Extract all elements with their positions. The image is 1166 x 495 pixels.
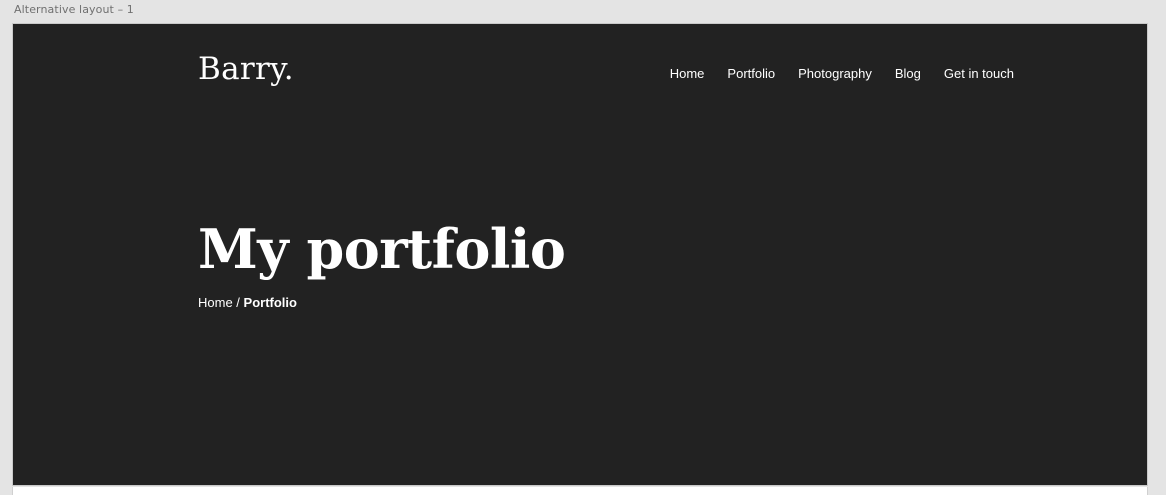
nav-item-home[interactable]: Home (670, 66, 705, 81)
main-nav: Home Portfolio Photography Blog Get in t… (670, 66, 1014, 81)
artboard: Barry. Home Portfolio Photography Blog G… (12, 23, 1148, 486)
nav-item-get-in-touch[interactable]: Get in touch (944, 66, 1014, 81)
nav-item-portfolio[interactable]: Portfolio (727, 66, 775, 81)
site-logo[interactable]: Barry. (198, 54, 294, 85)
breadcrumb-home-link[interactable]: Home (198, 295, 233, 310)
breadcrumb-separator: / (232, 295, 244, 310)
page-title: My portfolio (198, 217, 566, 281)
artboard-title: Alternative layout – 1 (14, 3, 134, 16)
next-section-edge (12, 487, 1148, 495)
nav-item-photography[interactable]: Photography (798, 66, 872, 81)
nav-item-blog[interactable]: Blog (895, 66, 921, 81)
breadcrumb-current: Portfolio (243, 295, 297, 310)
breadcrumb: Home / Portfolio (198, 295, 297, 310)
